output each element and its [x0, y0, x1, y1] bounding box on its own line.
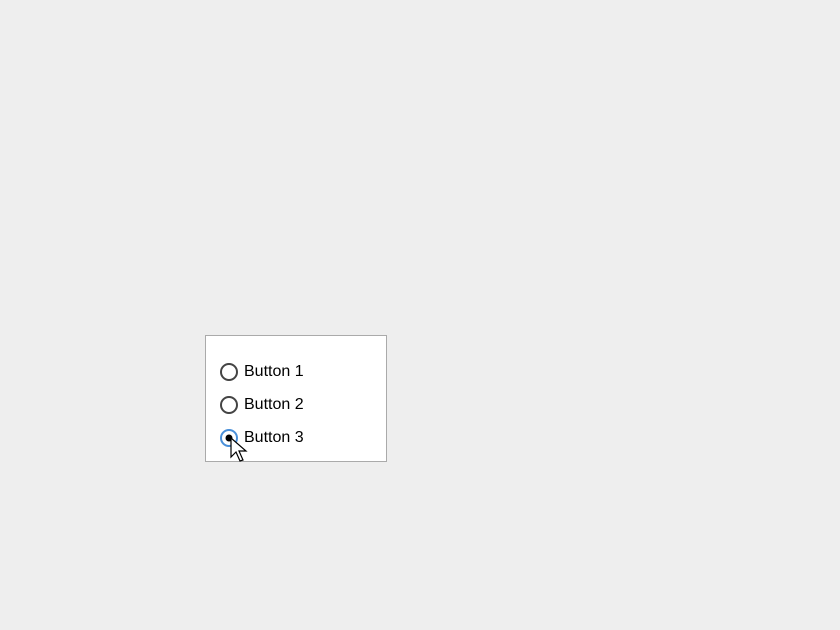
- radio-icon[interactable]: [220, 363, 238, 381]
- radio-label-2[interactable]: Button 2: [244, 396, 304, 414]
- radio-icon[interactable]: [220, 396, 238, 414]
- radio-label-3[interactable]: Button 3: [244, 429, 304, 447]
- radio-icon[interactable]: [220, 429, 238, 447]
- radio-label-1[interactable]: Button 1: [244, 363, 304, 381]
- radio-group-panel: Button 1 Button 2 Button 3: [205, 335, 387, 462]
- radio-row-3[interactable]: Button 3: [220, 427, 372, 448]
- radio-row-1[interactable]: Button 1: [220, 361, 372, 382]
- radio-row-2[interactable]: Button 2: [220, 394, 372, 415]
